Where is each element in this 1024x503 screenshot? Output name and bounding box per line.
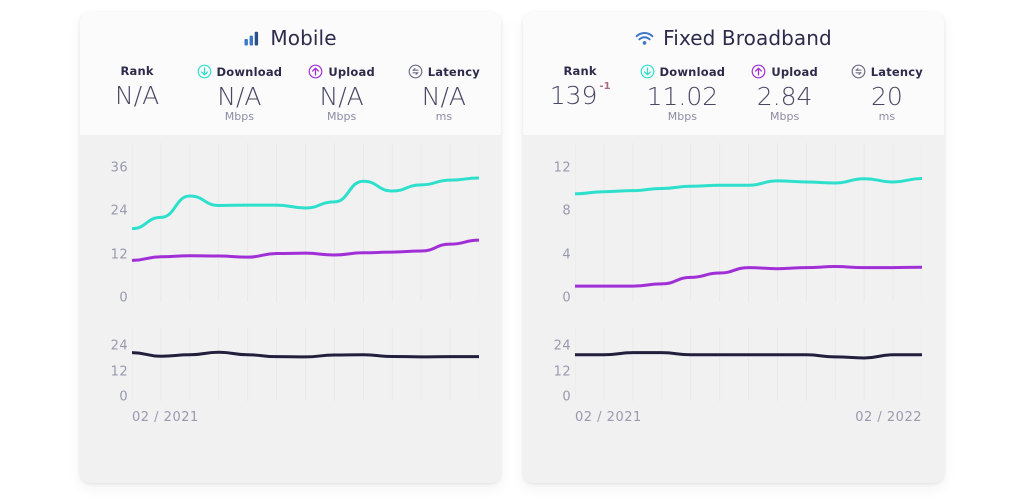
y-axis-tick: 24 bbox=[553, 338, 571, 354]
metric-value: 139 bbox=[549, 81, 598, 110]
rank-delta-badge: -1 bbox=[599, 81, 611, 92]
metric-label: Latency bbox=[870, 64, 924, 79]
chart-speed-fixed-broadband[interactable]: 0 4 8 12 bbox=[529, 143, 928, 328]
x-axis-end-label: 02 / 2022 bbox=[855, 410, 922, 425]
metric-label: Rank bbox=[563, 64, 597, 78]
metric-value-wrap: N/A bbox=[320, 81, 364, 113]
metric-latency: Latency 20 ms bbox=[836, 64, 938, 123]
metrics-row: Rank N/A Download N/A Mbps Upload N/A Mbps Laten… bbox=[86, 64, 495, 123]
chart-speed-mobile[interactable]: 0 12 24 36 bbox=[86, 143, 485, 328]
metric-rank: Rank 139 -1 bbox=[529, 64, 631, 123]
metric-header: Download bbox=[197, 64, 283, 79]
metric-value-wrap: N/A bbox=[217, 81, 261, 113]
metric-value: 20 bbox=[870, 82, 903, 111]
x-axis-start-label: 02 / 2021 bbox=[575, 410, 642, 425]
panel-title-text: Mobile bbox=[270, 26, 337, 50]
y-axis-tick: 12 bbox=[553, 364, 571, 380]
latency-icon bbox=[408, 64, 423, 79]
metric-header: Upload bbox=[308, 64, 375, 79]
metric-unit: ms bbox=[878, 110, 896, 123]
metric-label: Upload bbox=[771, 64, 818, 79]
y-axis-tick: 8 bbox=[562, 203, 571, 219]
metric-unit: Mbps bbox=[327, 110, 357, 123]
y-axis-tick: 12 bbox=[110, 247, 128, 263]
metric-label: Download bbox=[216, 64, 283, 79]
metric-header: Download bbox=[640, 64, 726, 79]
metric-header: Latency bbox=[851, 64, 923, 79]
signal-bars-icon bbox=[244, 29, 261, 47]
y-axis-tick: 0 bbox=[562, 389, 571, 405]
y-axis-tick: 12 bbox=[553, 160, 571, 176]
metric-latency: Latency N/A ms bbox=[393, 64, 495, 123]
y-axis-latency: 0 12 24 bbox=[86, 328, 128, 431]
metric-unit: Mbps bbox=[770, 110, 800, 123]
y-axis-tick: 0 bbox=[562, 290, 571, 306]
y-axis-tick: 4 bbox=[562, 247, 571, 263]
metric-download: Download 11.02 Mbps bbox=[631, 64, 733, 123]
metric-value: N/A bbox=[217, 82, 262, 111]
y-axis-latency: 0 12 24 bbox=[529, 328, 571, 431]
metric-header: Upload bbox=[751, 64, 818, 79]
speedtest-global-index-board: Mobile Rank N/A Download N/A Mbps Upload N/A Mbp… bbox=[0, 0, 1024, 503]
metric-header: Rank bbox=[563, 64, 596, 78]
metric-value-wrap: N/A bbox=[422, 81, 466, 113]
metric-value-wrap: 11.02 bbox=[647, 81, 719, 113]
chart-latency-mobile[interactable]: 0 12 24 02 / 2021 bbox=[86, 328, 485, 431]
panel-title: Fixed Broadband bbox=[529, 26, 938, 50]
metric-header: Rank bbox=[120, 64, 153, 78]
metric-header: Latency bbox=[408, 64, 480, 79]
upload-icon bbox=[751, 64, 766, 79]
upload-icon bbox=[308, 64, 323, 79]
y-axis-tick: 36 bbox=[110, 160, 128, 176]
metric-value: N/A bbox=[115, 81, 160, 110]
metric-label: Rank bbox=[120, 64, 154, 78]
metric-unit: Mbps bbox=[667, 110, 697, 123]
y-axis-tick: 0 bbox=[119, 389, 128, 405]
metric-download: Download N/A Mbps bbox=[188, 64, 290, 123]
x-axis-labels: 02 / 2021 bbox=[132, 410, 479, 425]
panel-title-text: Fixed Broadband bbox=[663, 26, 832, 50]
metric-value: 2.84 bbox=[756, 82, 813, 111]
latency-icon bbox=[851, 64, 866, 79]
metric-upload: Upload 2.84 Mbps bbox=[734, 64, 836, 123]
x-axis-start-label: 02 / 2021 bbox=[132, 410, 199, 425]
panel-mobile: Mobile Rank N/A Download N/A Mbps Upload N/A Mbp… bbox=[80, 12, 501, 483]
panel-title: Mobile bbox=[86, 26, 495, 50]
y-axis-tick: 0 bbox=[119, 290, 128, 306]
metric-unit: ms bbox=[435, 110, 453, 123]
metric-label: Latency bbox=[427, 64, 481, 79]
panel-fixed-broadband: Fixed Broadband Rank 139 -1 Download 11.02 Mbp… bbox=[523, 12, 944, 483]
metric-value-wrap: N/A bbox=[115, 80, 159, 112]
metric-label: Upload bbox=[328, 64, 375, 79]
metric-value: N/A bbox=[319, 82, 364, 111]
plot-speed[interactable] bbox=[132, 143, 479, 328]
metric-upload: Upload N/A Mbps bbox=[291, 64, 393, 123]
metric-rank: Rank N/A bbox=[86, 64, 188, 123]
metric-label: Download bbox=[659, 64, 726, 79]
download-icon bbox=[197, 64, 212, 79]
metrics-row: Rank 139 -1 Download 11.02 Mbps Upload 2.84 Mbps… bbox=[529, 64, 938, 123]
charts-area: 0 4 8 12 0 12 24 02 / 2021 02 / 2022 bbox=[523, 135, 944, 483]
metric-value-wrap: 139 -1 bbox=[550, 80, 611, 112]
y-axis-tick: 12 bbox=[110, 364, 128, 380]
y-axis-speed: 0 4 8 12 bbox=[529, 143, 571, 328]
chart-latency-fixed-broadband[interactable]: 0 12 24 02 / 2021 02 / 2022 bbox=[529, 328, 928, 431]
panel-header: Mobile Rank N/A Download N/A Mbps Upload N/A Mbp… bbox=[80, 12, 501, 135]
download-icon bbox=[640, 64, 655, 79]
y-axis-tick: 24 bbox=[110, 338, 128, 354]
wifi-icon bbox=[635, 29, 654, 47]
metric-value: 11.02 bbox=[646, 82, 719, 111]
charts-area: 0 12 24 36 0 12 24 02 / 2021 bbox=[80, 135, 501, 483]
y-axis-speed: 0 12 24 36 bbox=[86, 143, 128, 328]
metric-value-wrap: 20 bbox=[871, 81, 903, 113]
metric-value-wrap: 2.84 bbox=[757, 81, 813, 113]
y-axis-tick: 24 bbox=[110, 203, 128, 219]
plot-speed[interactable] bbox=[575, 143, 922, 328]
metric-value: N/A bbox=[421, 82, 466, 111]
x-axis-labels: 02 / 2021 02 / 2022 bbox=[575, 410, 922, 425]
metric-unit: Mbps bbox=[224, 110, 254, 123]
panel-header: Fixed Broadband Rank 139 -1 Download 11.02 Mbp… bbox=[523, 12, 944, 135]
